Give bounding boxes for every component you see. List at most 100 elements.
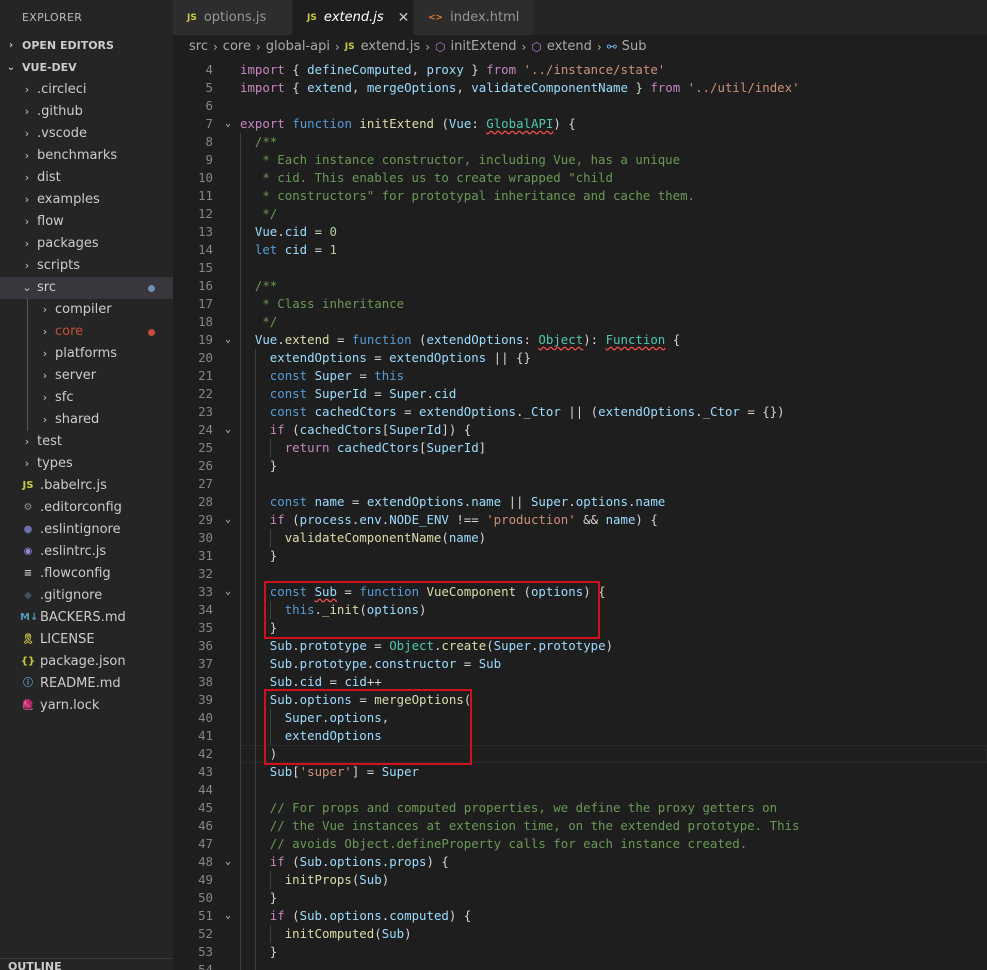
indent-guide — [254, 907, 256, 925]
tree-item[interactable]: {} package.json — [0, 651, 173, 673]
code-text: const cachedCtors = extendOptions._Ctor … — [270, 403, 785, 421]
chevron-right-icon: › — [8, 40, 14, 51]
code-text: import { extend, mergeOptions, validateC… — [240, 79, 800, 97]
indent-guide — [254, 457, 256, 475]
tree-item[interactable]: ≡ .flowconfig — [0, 563, 173, 585]
tree-item[interactable]: › .github — [0, 101, 173, 123]
indent-guide — [240, 961, 241, 970]
status-dot — [148, 285, 155, 292]
code-line: 51 ⌄ if (Sub.options.computed) { — [173, 907, 987, 925]
code-token: Sub — [478, 656, 502, 671]
tree-item[interactable]: › types — [0, 453, 173, 475]
tree-item[interactable]: › sfc — [0, 387, 173, 409]
code-token: mergeOptions — [374, 692, 464, 707]
tree-item[interactable]: ◉ .eslintrc.js — [0, 541, 173, 563]
tree-item[interactable]: › dist — [0, 167, 173, 189]
editor-tab[interactable]: JS extend.js ✕ — [293, 0, 414, 35]
tree-item[interactable]: 🧶 yarn.lock — [0, 695, 173, 717]
tree-item[interactable]: › .vscode — [0, 123, 173, 145]
tree-item[interactable]: › examples — [0, 189, 173, 211]
breadcrumb-item[interactable]: initExtend — [450, 39, 516, 54]
tree-item[interactable]: › packages — [0, 233, 173, 255]
tree-item[interactable]: › benchmarks — [0, 145, 173, 167]
code-line: 24 ⌄ if (cachedCtors[SuperId]) { — [173, 421, 987, 439]
code-token: */ — [254, 206, 278, 221]
breadcrumb-item[interactable]: src — [189, 39, 208, 54]
line-number: 54 — [198, 962, 213, 970]
chevron-right-icon: › — [24, 83, 30, 96]
code-line: 13 Vue.cid = 0 — [173, 223, 987, 241]
code-token: computed — [389, 908, 449, 923]
tree-item[interactable]: › flow — [0, 211, 173, 233]
tree-item[interactable]: › shared — [0, 409, 173, 431]
code-token: extendOptions — [284, 728, 382, 743]
code-token: } — [269, 944, 278, 959]
tree-item-label: LICENSE — [40, 632, 95, 647]
code-token: Sub — [381, 926, 405, 941]
file-type-icon: 🎗 — [21, 634, 35, 645]
indent-guide — [240, 583, 241, 601]
code-line: 25 return cachedCtors[SuperId] — [173, 439, 987, 457]
fold-chevron-icon[interactable]: ⌄ — [221, 853, 235, 871]
editor-tab[interactable]: <> index.html — [414, 0, 534, 35]
code-line: 29 ⌄ if (process.env.NODE_ENV !== 'product… — [173, 511, 987, 529]
workspace-section[interactable]: ⌄ VUE-DEV — [0, 57, 173, 79]
close-icon[interactable]: ✕ — [398, 10, 410, 26]
fold-chevron-icon[interactable]: ⌄ — [221, 115, 235, 133]
tree-item[interactable]: JS .babelrc.js — [0, 475, 173, 497]
indent-guide — [240, 439, 241, 457]
tree-item[interactable]: › core — [0, 321, 173, 343]
tree-item[interactable]: ⚙ .editorconfig — [0, 497, 173, 519]
code-token: Sub — [269, 764, 293, 779]
code-text: * constructors" for prototypal inheritan… — [255, 187, 695, 205]
indent-guide — [254, 619, 256, 637]
indent-guide — [254, 547, 256, 565]
open-editors-section[interactable]: › OPEN EDITORS — [0, 35, 173, 57]
code-token: } — [269, 890, 278, 905]
code-token: extendOptions — [419, 404, 517, 419]
fold-chevron-icon[interactable]: ⌄ — [221, 583, 235, 601]
breadcrumb-item[interactable]: core — [223, 39, 251, 54]
line-number: 53 — [198, 944, 213, 959]
code-token: Super — [530, 494, 569, 509]
editor-tab[interactable]: JS options.js — [173, 0, 293, 35]
tree-item[interactable]: M↓ BACKERS.md — [0, 607, 173, 629]
tree-item[interactable]: ⌄ src — [0, 277, 173, 299]
code-token: . — [292, 638, 300, 653]
file-type-icon: {} — [20, 656, 36, 667]
fold-chevron-icon[interactable]: ⌄ — [221, 907, 235, 925]
code-token: const — [269, 368, 308, 383]
fold-chevron-icon[interactable]: ⌄ — [221, 421, 235, 439]
indent-guide — [254, 799, 256, 817]
indent-guide — [254, 493, 256, 511]
tree-item[interactable]: ◆ .gitignore — [0, 585, 173, 607]
tree-item[interactable]: › server — [0, 365, 173, 387]
code-editor[interactable]: 4 import { defineComputed, proxy } from '… — [173, 58, 987, 970]
breadcrumb-item[interactable]: extend.js — [361, 39, 421, 54]
breadcrumb-item[interactable]: extend — [547, 39, 592, 54]
tree-item[interactable]: 🎗 LICENSE — [0, 629, 173, 651]
line-number: 37 — [198, 656, 213, 671]
code-token: , — [381, 710, 390, 725]
code-token: * Class inheritance — [254, 296, 405, 311]
code-line: 32 — [173, 565, 987, 583]
tree-item[interactable]: ⓘ README.md — [0, 673, 173, 695]
line-number: 8 — [205, 134, 213, 149]
indent-guide — [254, 421, 256, 439]
code-token: { — [284, 62, 308, 77]
fold-chevron-icon[interactable]: ⌄ — [221, 331, 235, 349]
tree-item[interactable]: › .circleci — [0, 79, 173, 101]
fold-chevron-icon[interactable]: ⌄ — [221, 511, 235, 529]
tree-item[interactable]: › compiler — [0, 299, 173, 321]
code-token: options — [299, 692, 352, 707]
breadcrumb-item[interactable]: global-api — [266, 39, 330, 54]
code-token: if — [269, 908, 285, 923]
code-line: 50} — [173, 889, 987, 907]
tree-item[interactable]: › platforms — [0, 343, 173, 365]
outline-section[interactable]: OUTLINE — [0, 958, 173, 970]
code-line: 20 extendOptions = extendOptions || {} — [173, 349, 987, 367]
breadcrumb-item[interactable]: Sub — [622, 39, 647, 54]
tree-item[interactable]: ● .eslintignore — [0, 519, 173, 541]
tree-item[interactable]: › scripts — [0, 255, 173, 277]
tree-item[interactable]: › test — [0, 431, 173, 453]
